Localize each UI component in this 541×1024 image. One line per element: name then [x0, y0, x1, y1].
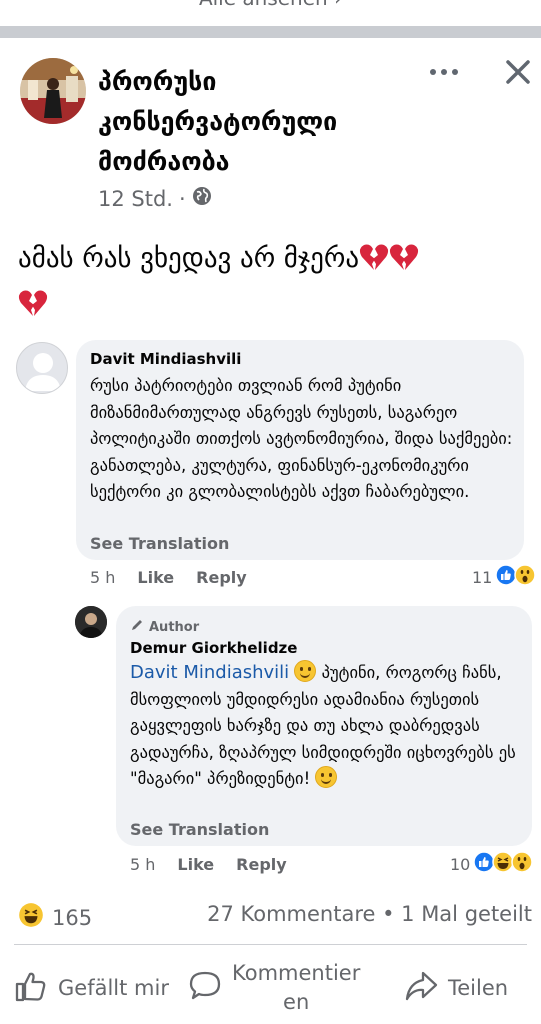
share-icon	[404, 969, 438, 1008]
reply-button[interactable]: Reply	[236, 855, 287, 874]
smile-emoji-icon	[294, 660, 317, 682]
comment-author[interactable]: Davit Mindiashvili	[90, 350, 241, 368]
like-post-button[interactable]: Gefällt mir	[14, 952, 169, 1024]
wow-reaction-icon	[511, 851, 534, 877]
share-post-button[interactable]: Teilen	[404, 952, 508, 1024]
comment-author[interactable]: Demur Giorkhelidze	[130, 639, 297, 657]
post-reactions[interactable]: 165	[18, 902, 92, 933]
reply-button[interactable]: Reply	[196, 568, 247, 587]
thumbs-up-icon	[14, 969, 48, 1008]
wow-reaction-icon	[514, 564, 537, 590]
reply-actions: 5 h Like Reply	[130, 855, 287, 874]
post-summary: 165 27 Kommentare • 1 Mal geteilt	[18, 898, 532, 934]
post-text: ამას რას ვხედავ არ მჯერა	[18, 238, 528, 330]
broken-heart-icon	[18, 288, 48, 330]
page-name[interactable]: პრორუსი კონსერვატორული მოძრაობა	[98, 62, 418, 182]
close-icon[interactable]	[498, 52, 538, 92]
smile-emoji-icon	[315, 766, 338, 788]
post-time[interactable]: 12 Std.	[98, 187, 173, 211]
see-translation-link[interactable]: See Translation	[90, 534, 229, 553]
broken-heart-icon	[389, 242, 419, 284]
reaction-count: 10	[450, 854, 471, 874]
page-avatar[interactable]	[20, 58, 86, 124]
share-post-label: Teilen	[448, 975, 509, 1000]
reaction-count: 11	[472, 567, 493, 587]
commenter-avatar[interactable]	[16, 342, 68, 394]
post-reaction-count: 165	[52, 905, 93, 930]
author-avatar[interactable]	[75, 606, 107, 638]
comment-bubble: Davit Mindiashvili რუსი პატრიოტები თვლია…	[76, 340, 524, 560]
comment-icon	[188, 969, 222, 1008]
previous-post-footer: Alle ansehen ›	[0, 0, 541, 42]
author-badge-label: Author	[149, 619, 200, 635]
post-action-bar: Gefällt mir Kommentier en Teilen	[0, 952, 541, 1024]
like-button[interactable]: Like	[137, 568, 174, 587]
comment-time[interactable]: 5 h	[130, 855, 155, 874]
meta-dot: ·	[178, 186, 186, 211]
globe-icon	[192, 186, 212, 211]
divider	[14, 944, 527, 945]
comment-post-button[interactable]: Kommentier en	[188, 952, 360, 1024]
comment-label-line1: Kommentier	[232, 961, 361, 985]
comments-shares-count[interactable]: 27 Kommentare • 1 Mal geteilt	[207, 902, 532, 926]
comment-actions: 5 h Like Reply	[90, 568, 247, 587]
like-button[interactable]: Like	[177, 855, 214, 874]
see-all-link[interactable]: Alle ansehen ›	[0, 0, 541, 10]
post-meta: 12 Std. ·	[98, 186, 212, 211]
reply-bubble: Author Demur Giorkhelidze Davit Mindiash…	[116, 606, 532, 846]
broken-heart-icon	[359, 242, 389, 284]
comment-label-line2: en	[283, 990, 310, 1014]
comment-time[interactable]: 5 h	[90, 568, 115, 587]
like-post-label: Gefällt mir	[58, 975, 169, 1000]
feed-separator	[0, 26, 541, 38]
mention-link[interactable]: Davit Mindiashvili	[130, 662, 289, 683]
comment-post-label: Kommentier en	[232, 959, 360, 1017]
pencil-icon	[130, 618, 144, 636]
haha-reaction-icon	[18, 902, 44, 933]
post-text-content: ამას რას ვხედავ არ მჯერა	[18, 243, 360, 274]
author-badge: Author	[130, 618, 199, 636]
comment-reactions[interactable]: 11	[472, 564, 537, 590]
reply-reactions[interactable]: 10	[450, 851, 534, 877]
see-translation-link[interactable]: See Translation	[130, 820, 269, 839]
comment-text: Davit Mindiashvili პუტინი, როგორც ჩანს, …	[130, 660, 522, 793]
more-icon[interactable]	[426, 56, 462, 88]
comment-text: რუსი პატრიოტები თვლიან რომ პუტინი მიზანმ…	[90, 376, 513, 501]
